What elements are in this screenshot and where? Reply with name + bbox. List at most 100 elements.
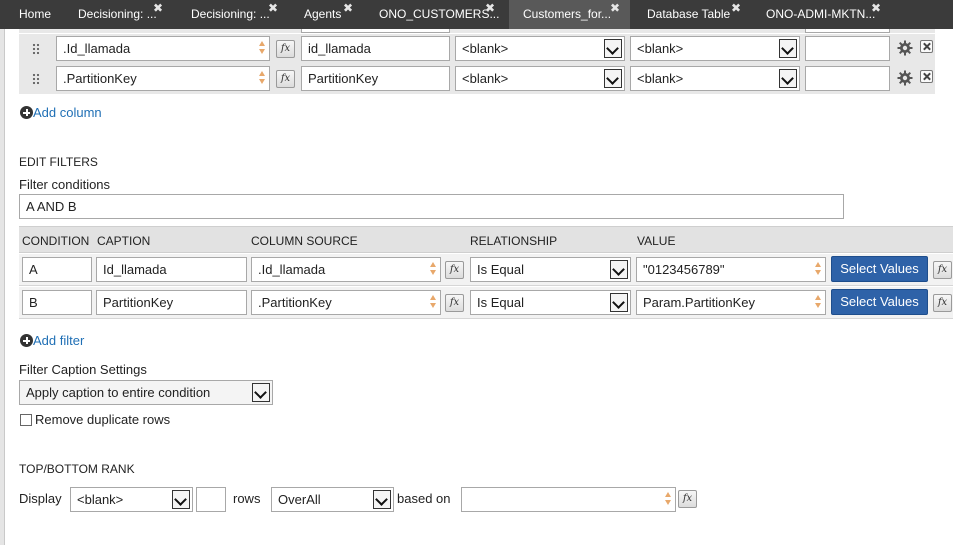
chevron-down-icon — [252, 383, 270, 402]
tab-decisioning-1[interactable]: Decisioning: ... ✖ — [66, 0, 176, 29]
spinner-icon[interactable] — [430, 262, 436, 276]
filter-conditions-value: A AND B — [26, 199, 77, 214]
chevron-down-icon — [779, 69, 797, 88]
tab-label: Decisioning: ... — [78, 7, 157, 21]
spinner-icon[interactable] — [665, 492, 671, 506]
tab-database-table[interactable]: Database Table ✖ — [630, 0, 750, 29]
value-input[interactable]: Param.PartitionKey — [636, 290, 826, 315]
close-icon[interactable]: ✖ — [871, 0, 881, 23]
chevron-down-icon — [779, 39, 797, 58]
column-property-value: .PartitionKey — [63, 71, 137, 86]
column-source-input[interactable]: .Id_llamada — [251, 257, 441, 282]
fx-icon[interactable]: fx — [276, 70, 295, 88]
column-select-2[interactable]: <blank> — [630, 36, 800, 61]
column-width-input[interactable] — [805, 66, 890, 91]
add-column-link[interactable]: Add column — [33, 105, 102, 120]
fx-icon[interactable]: fx — [445, 261, 464, 279]
tab-ono-admi[interactable]: ONO-ADMI-MKTN... ✖ — [750, 0, 900, 29]
filter-caption-settings-select[interactable]: Apply caption to entire condition — [19, 380, 273, 405]
column-select-1[interactable]: <blank> — [455, 36, 625, 61]
gear-icon[interactable] — [897, 40, 913, 56]
display-label: Display — [19, 491, 62, 506]
display-value: <blank> — [77, 492, 124, 507]
filter-table-header: CONDITION CAPTION COLUMN SOURCE RELATION… — [19, 226, 953, 253]
column-property-input[interactable]: .Id_llamada — [56, 36, 270, 61]
header-relationship: RELATIONSHIP — [470, 234, 558, 248]
remove-duplicate-rows-label: Remove duplicate rows — [35, 412, 171, 427]
chevron-down-icon — [172, 490, 190, 509]
condition-input[interactable]: B — [22, 290, 92, 315]
select-values-button[interactable]: Select Values — [831, 289, 928, 315]
value-input[interactable]: "0123456789" — [636, 257, 826, 282]
spinner-icon[interactable] — [430, 295, 436, 309]
close-icon[interactable]: ✖ — [343, 0, 353, 23]
caption-value: Id_llamada — [103, 262, 167, 277]
chevron-down-icon — [610, 260, 628, 279]
column-property-input[interactable]: .PartitionKey — [56, 66, 270, 91]
fx-icon[interactable]: fx — [678, 490, 697, 508]
add-filter-link[interactable]: Add filter — [33, 333, 84, 348]
column-label-value: id_llamada — [308, 41, 371, 56]
delete-row-icon[interactable] — [920, 40, 933, 53]
spinner-icon[interactable] — [815, 262, 821, 276]
column-source-value: .Id_llamada — [258, 262, 326, 277]
column-select-2[interactable]: <blank> — [630, 66, 800, 91]
column-source-input[interactable]: .PartitionKey — [251, 290, 441, 315]
value-value: "0123456789" — [643, 262, 725, 277]
tab-label: Database Table — [647, 7, 731, 21]
close-icon[interactable]: ✖ — [485, 0, 495, 23]
close-icon[interactable]: ✖ — [268, 0, 278, 23]
fx-icon[interactable]: fx — [933, 261, 952, 279]
delete-row-icon[interactable] — [920, 70, 933, 83]
drag-handle-icon[interactable] — [32, 43, 40, 55]
collapsed-panel-edge[interactable] — [0, 29, 5, 545]
column-property-value: .Id_llamada — [63, 41, 131, 56]
chevron-down-icon — [604, 69, 622, 88]
spinner-icon[interactable] — [815, 295, 821, 309]
add-icon — [20, 334, 33, 347]
condition-input[interactable]: A — [22, 257, 92, 282]
fx-icon[interactable]: fx — [276, 40, 295, 58]
relationship-value: Is Equal — [477, 262, 524, 277]
tab-label: Customers_for... — [523, 7, 612, 21]
close-icon[interactable]: ✖ — [153, 0, 163, 23]
fx-icon[interactable]: fx — [445, 294, 464, 312]
relationship-select[interactable]: Is Equal — [470, 257, 631, 282]
rank-count-input[interactable] — [196, 487, 226, 512]
chevron-down-icon — [373, 490, 391, 509]
caption-input[interactable]: Id_llamada — [96, 257, 247, 282]
filter-conditions-input[interactable]: A AND B — [19, 194, 844, 219]
tab-ono-customers[interactable]: ONO_CUSTOMERS... ✖ — [361, 0, 509, 29]
remove-duplicate-rows-checkbox[interactable] — [20, 414, 32, 426]
close-icon[interactable]: ✖ — [610, 0, 620, 23]
column-label-input[interactable]: PartitionKey — [301, 66, 450, 91]
tab-home[interactable]: Home — [0, 0, 66, 29]
column-select-1[interactable]: <blank> — [455, 66, 625, 91]
spinner-icon[interactable] — [259, 71, 265, 85]
filter-caption-settings-label: Filter Caption Settings — [19, 362, 147, 377]
tab-decisioning-2[interactable]: Decisioning: ... ✖ — [176, 0, 286, 29]
tab-customers-for[interactable]: Customers_for... ✖ — [509, 0, 630, 29]
display-select[interactable]: <blank> — [70, 487, 193, 512]
relationship-select[interactable]: Is Equal — [470, 290, 631, 315]
drag-handle-icon[interactable] — [32, 73, 40, 85]
edit-filters-heading: EDIT FILTERS — [19, 155, 98, 169]
spinner-icon[interactable] — [259, 41, 265, 55]
tab-label: ONO_CUSTOMERS... — [379, 7, 500, 21]
close-icon[interactable]: ✖ — [731, 0, 741, 23]
width-input-partial[interactable] — [805, 29, 890, 33]
chevron-down-icon — [604, 39, 622, 58]
based-on-input[interactable] — [461, 487, 676, 512]
chevron-down-icon — [610, 293, 628, 312]
select-values-button[interactable]: Select Values — [831, 256, 928, 282]
column-width-input[interactable] — [805, 36, 890, 61]
fx-icon[interactable]: fx — [933, 294, 952, 312]
caption-input[interactable]: PartitionKey — [96, 290, 247, 315]
gear-icon[interactable] — [897, 70, 913, 86]
label-input-partial[interactable] — [301, 29, 450, 33]
tab-agents[interactable]: Agents ✖ — [286, 0, 361, 29]
column-label-input[interactable]: id_llamada — [301, 36, 450, 61]
header-condition: CONDITION — [22, 234, 90, 248]
scope-select[interactable]: OverAll — [271, 487, 394, 512]
filter-conditions-label: Filter conditions — [19, 177, 111, 192]
